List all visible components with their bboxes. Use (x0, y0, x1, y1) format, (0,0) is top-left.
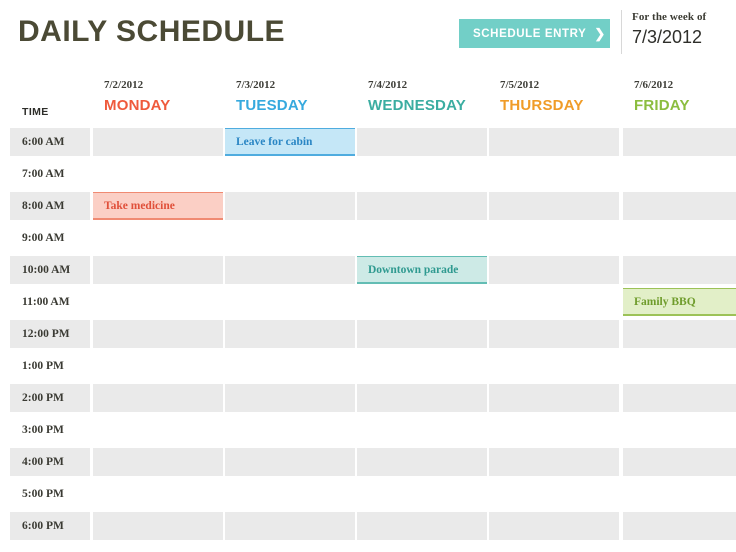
schedule-cell[interactable] (93, 256, 223, 284)
header-divider (621, 10, 622, 54)
schedule-cell[interactable] (489, 448, 619, 476)
time-label: 10:00 AM (22, 264, 71, 276)
schedule-event[interactable]: Leave for cabin (225, 128, 355, 156)
time-label: 1:00 PM (22, 360, 64, 372)
column-date: 7/5/2012 (500, 79, 540, 91)
schedule-entry-button[interactable]: SCHEDULE ENTRY ❯ (459, 19, 610, 48)
schedule-cell[interactable] (93, 448, 223, 476)
schedule-cell[interactable] (225, 448, 355, 476)
time-label: 5:00 PM (22, 488, 64, 500)
column-day-name: THURSDAY (500, 97, 584, 114)
schedule-event[interactable]: Take medicine (93, 192, 223, 220)
schedule-cell[interactable] (357, 384, 487, 412)
column-day-name: TUESDAY (236, 97, 308, 114)
time-label: 3:00 PM (22, 424, 64, 436)
schedule-cell[interactable] (623, 448, 736, 476)
column-header-tuesday: 7/3/2012 TUESDAY (236, 78, 308, 124)
schedule-cell[interactable] (623, 512, 736, 540)
column-header-monday: 7/2/2012 MONDAY (104, 78, 171, 124)
schedule-cell[interactable] (357, 128, 487, 156)
time-label: 7:00 AM (22, 168, 65, 180)
schedule-cell[interactable] (489, 320, 619, 348)
schedule-cell[interactable] (489, 384, 619, 412)
column-header-thursday: 7/5/2012 THURSDAY (500, 78, 584, 124)
schedule-cell[interactable] (225, 512, 355, 540)
column-date: 7/2/2012 (104, 79, 144, 91)
time-label: 8:00 AM (22, 200, 65, 212)
schedule-cell[interactable] (225, 256, 355, 284)
schedule-event[interactable]: Downtown parade (357, 256, 487, 284)
time-label: 6:00 PM (22, 520, 64, 532)
schedule-cell[interactable] (225, 384, 355, 412)
schedule-cell[interactable] (489, 256, 619, 284)
time-label: 12:00 PM (22, 328, 70, 340)
time-column-header: TIME (22, 106, 49, 118)
column-day-name: FRIDAY (634, 97, 690, 114)
schedule-event-title: Leave for cabin (236, 135, 313, 148)
week-of-label: For the week of (632, 11, 707, 23)
time-label: 2:00 PM (22, 392, 64, 404)
time-label: 6:00 AM (22, 136, 65, 148)
column-date: 7/3/2012 (236, 79, 276, 91)
schedule-cell[interactable] (93, 128, 223, 156)
schedule-cell[interactable] (623, 128, 736, 156)
time-label: 11:00 AM (22, 296, 70, 308)
schedule-event-title: Family BBQ (634, 295, 696, 308)
schedule-event[interactable]: Family BBQ (623, 288, 736, 316)
schedule-event-title: Downtown parade (368, 263, 459, 276)
time-label: 9:00 AM (22, 232, 65, 244)
schedule-cell[interactable] (225, 192, 355, 220)
schedule-cell[interactable] (357, 320, 487, 348)
schedule-cell[interactable] (623, 384, 736, 412)
time-label: 4:00 PM (22, 456, 64, 468)
schedule-event-title: Take medicine (104, 199, 175, 212)
schedule-cell[interactable] (623, 192, 736, 220)
schedule-cell[interactable] (489, 128, 619, 156)
schedule-entry-button-label: SCHEDULE ENTRY (473, 27, 587, 40)
schedule-cell[interactable] (357, 192, 487, 220)
schedule-cell[interactable] (93, 384, 223, 412)
schedule-cell[interactable] (357, 448, 487, 476)
schedule-cell[interactable] (93, 320, 223, 348)
page-title: DAILY SCHEDULE (18, 15, 286, 48)
column-header-wednesday: 7/4/2012 WEDNESDAY (368, 78, 466, 124)
schedule-cell[interactable] (225, 320, 355, 348)
column-date: 7/4/2012 (368, 79, 408, 91)
schedule-cell[interactable] (623, 320, 736, 348)
schedule-cell[interactable] (93, 512, 223, 540)
schedule-cell[interactable] (623, 256, 736, 284)
daily-schedule-page: DAILY SCHEDULE SCHEDULE ENTRY ❯ For the … (0, 0, 736, 552)
schedule-cell[interactable] (357, 512, 487, 540)
column-header-friday: 7/6/2012 FRIDAY (634, 78, 690, 124)
column-day-name: MONDAY (104, 97, 171, 114)
column-date: 7/6/2012 (634, 79, 674, 91)
schedule-cell[interactable] (489, 192, 619, 220)
chevron-right-icon: ❯ (594, 26, 606, 41)
schedule-cell[interactable] (489, 512, 619, 540)
column-day-name: WEDNESDAY (368, 97, 466, 114)
week-of-block: For the week of 7/3/2012 (632, 10, 732, 48)
week-of-date: 7/3/2012 (632, 27, 703, 47)
